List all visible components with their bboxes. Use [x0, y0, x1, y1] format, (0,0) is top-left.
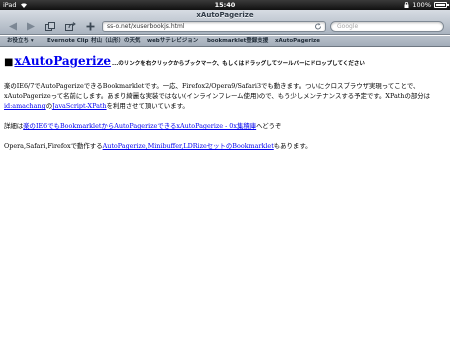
battery-icon — [434, 2, 449, 8]
share-icon — [64, 21, 76, 31]
related-bookmarklet-link[interactable]: AutoPagerize,Minibuffer,LDRizeセットのBookma… — [103, 142, 274, 150]
search-input[interactable]: Google — [330, 21, 444, 32]
description-text-3: を利用させて頂いています。 — [106, 102, 189, 110]
bookmark-bookmarklet-support[interactable]: bookmarklet登録支援 — [207, 36, 268, 47]
related-text-2: もあります。 — [273, 142, 312, 150]
battery-percent: 100% — [412, 1, 431, 9]
bookmark-weather[interactable]: 村山（山形）の天気 — [91, 36, 141, 47]
browser-toolbar: xAutoPagerize ss-o.net/xuserbookjs.html — [0, 10, 450, 35]
bookmark-folder-useful[interactable]: お役立ち ▾ — [7, 36, 34, 47]
bookmarklet-heading: ■ xAutoPagerize ...のリンクを右クリックからブックマーク、もし… — [4, 55, 444, 71]
forward-arrow-icon — [27, 22, 35, 30]
back-arrow-icon — [9, 22, 17, 30]
status-bar: iPad 15:40 100% — [0, 0, 450, 10]
rotation-lock-icon — [404, 2, 409, 8]
pages-button[interactable] — [43, 20, 57, 32]
details-link[interactable]: 楽のIE6でもBookmarkletからAutoPagerizeできるxAuto… — [23, 122, 256, 130]
square-bullet: ■ — [4, 57, 14, 68]
address-bar[interactable]: ss-o.net/xuserbookjs.html — [102, 21, 326, 32]
bookmark-web-tv[interactable]: webサテレビジョン — [147, 36, 198, 47]
related-text-1: Opera,Safari,Firefoxで動作する — [4, 142, 103, 150]
page-title: xAutoPagerize — [196, 11, 254, 19]
details-text-2: へどうぞ — [256, 122, 282, 130]
bookmark-xautopagerize[interactable]: xAutoPagerize — [275, 36, 320, 47]
back-button[interactable] — [6, 20, 20, 32]
plus-icon — [86, 22, 94, 30]
add-bookmark-button[interactable] — [83, 20, 97, 32]
related-paragraph: Opera,Safari,Firefoxで動作するAutoPagerize,Mi… — [4, 141, 444, 151]
amachang-link[interactable]: id:amachang — [4, 102, 46, 110]
status-time: 15:40 — [214, 1, 236, 9]
page-content: ■ xAutoPagerize ...のリンクを右クリックからブックマーク、もし… — [4, 55, 444, 151]
bookmark-evernote-clip[interactable]: Evernote Clip — [47, 36, 89, 47]
bookmarklet-link[interactable]: xAutoPagerize — [14, 55, 111, 68]
javascript-xpath-link[interactable]: JavaScript-XPath — [52, 102, 107, 110]
details-text-1: 詳細は — [4, 122, 24, 130]
reload-icon[interactable] — [314, 22, 322, 31]
description-text-1: 楽のIE6/7でAutoPagerizeできるBookmarkletです。一応、… — [4, 82, 431, 100]
pages-icon — [45, 21, 55, 31]
share-button[interactable] — [63, 20, 77, 32]
forward-button[interactable] — [24, 20, 38, 32]
bookmarklet-hint: ...のリンクを右クリックからブックマーク、もしくはドラッグしてツールバーにドロ… — [112, 61, 365, 67]
address-text: ss-o.net/xuserbookjs.html — [107, 23, 185, 30]
description-paragraph: 楽のIE6/7でAutoPagerizeできるBookmarkletです。一応、… — [4, 81, 444, 111]
bookmarks-bar: お役立ち ▾ Evernote Clip 村山（山形）の天気 webサテレビジョ… — [0, 36, 450, 47]
search-placeholder: Google — [337, 23, 359, 30]
details-paragraph: 詳細は楽のIE6でもBookmarkletからAutoPagerizeできるxA… — [4, 121, 444, 131]
